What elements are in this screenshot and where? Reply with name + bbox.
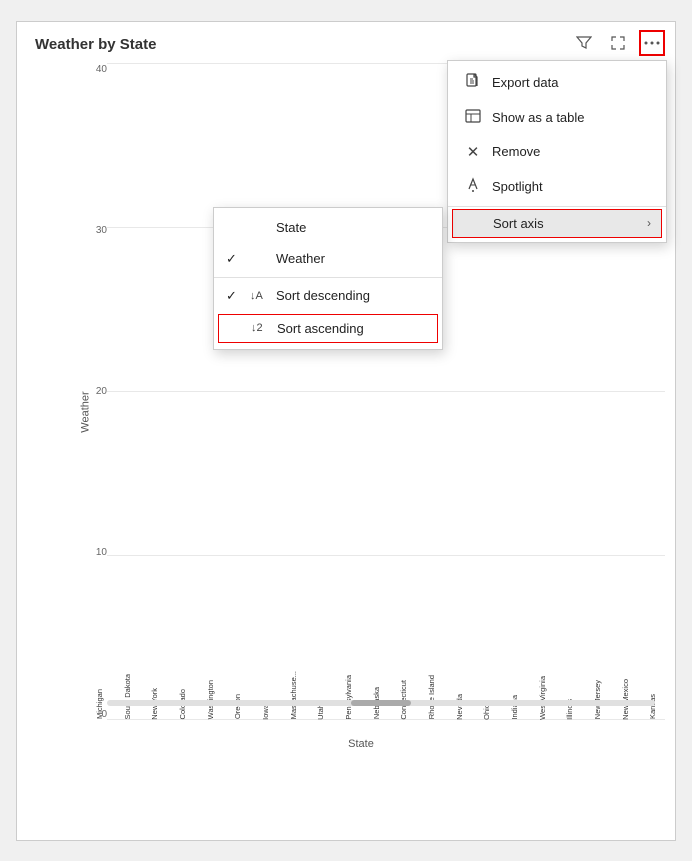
table-icon (464, 108, 482, 127)
scrollbar-thumb[interactable] (351, 700, 411, 706)
bar-col: Connecticut (391, 676, 416, 720)
menu-item-sort-axis[interactable]: Sort axis › (452, 209, 662, 238)
bar-col: South Dakota (115, 670, 140, 719)
bar-col: Rhode Island (419, 671, 444, 719)
sub-menu-item-sort-desc[interactable]: ✓ ↓A Sort descending (214, 280, 442, 312)
bar-label: Michigan (95, 689, 104, 719)
sort-asc-label: Sort ascending (277, 321, 364, 336)
bar-label: Pennsylvania (344, 675, 353, 720)
spotlight-icon (464, 177, 482, 196)
bar-col: Washington (198, 676, 223, 719)
expand-icon[interactable] (605, 30, 631, 56)
desc-check: ✓ (226, 288, 242, 304)
menu-item-table[interactable]: Show as a table (448, 100, 666, 135)
menu-item-export[interactable]: Export data (448, 65, 666, 100)
bar-label: Oregon (233, 694, 242, 719)
desc-sort-icon: ↓A (250, 290, 268, 302)
spotlight-label: Spotlight (492, 179, 543, 194)
x-axis-label: State (348, 738, 374, 750)
bar-col: New Mexico (613, 675, 638, 720)
bar-label: Nevada (455, 694, 464, 720)
bar-label: Iowa (261, 704, 270, 720)
bar-col: West Virginia (530, 672, 555, 720)
menu-separator (448, 206, 666, 207)
export-icon (464, 73, 482, 92)
bar-label: Massachuse... (289, 671, 298, 719)
menu-item-remove[interactable]: ✕ Remove (448, 135, 666, 169)
weather-label: Weather (276, 251, 325, 266)
sub-menu-separator (214, 277, 442, 278)
sub-menu-item-weather[interactable]: ✓ Weather (214, 243, 442, 275)
sort-desc-label: Sort descending (276, 288, 370, 303)
bar-label: Utah (316, 704, 325, 720)
sort-axis-label: Sort axis (493, 216, 544, 231)
bar-label: South Dakota (123, 674, 132, 719)
bar-label: Kansas (648, 694, 657, 719)
bar-label: Indiana (510, 695, 519, 720)
scrollbar[interactable] (107, 700, 655, 706)
asc-sort-icon: ↓2 (251, 322, 269, 334)
filter-icon[interactable] (571, 30, 597, 56)
chart-container: Weather by State Weather (16, 21, 676, 841)
bar-label: Rhode Island (427, 675, 436, 719)
bar-col: New Jersey (585, 676, 610, 719)
more-options-icon[interactable] (639, 30, 665, 56)
sub-menu-item-sort-asc[interactable]: ↓2 Sort ascending (218, 314, 438, 343)
remove-label: Remove (492, 144, 540, 159)
bar-col: Massachuse... (281, 667, 306, 719)
table-label: Show as a table (492, 110, 585, 125)
main-menu: Export data Show as a table ✕ Remove (447, 60, 667, 243)
menu-item-spotlight[interactable]: Spotlight (448, 169, 666, 204)
bar-label: West Virginia (538, 676, 547, 720)
bar-col: Pennsylvania (336, 671, 361, 720)
sub-menu-item-state[interactable]: State (214, 212, 442, 243)
bar-col: Illinois (557, 695, 582, 720)
weather-check: ✓ (226, 251, 242, 267)
state-label: State (276, 220, 306, 235)
bar-label: Ohio (482, 704, 491, 720)
remove-icon: ✕ (464, 143, 482, 161)
toolbar (571, 30, 665, 56)
sort-axis-chevron: › (647, 216, 651, 230)
chart-title: Weather by State (35, 36, 156, 53)
export-label: Export data (492, 75, 559, 90)
sub-menu: State ✓ Weather ✓ ↓A Sort descending ↓2 … (213, 207, 443, 350)
